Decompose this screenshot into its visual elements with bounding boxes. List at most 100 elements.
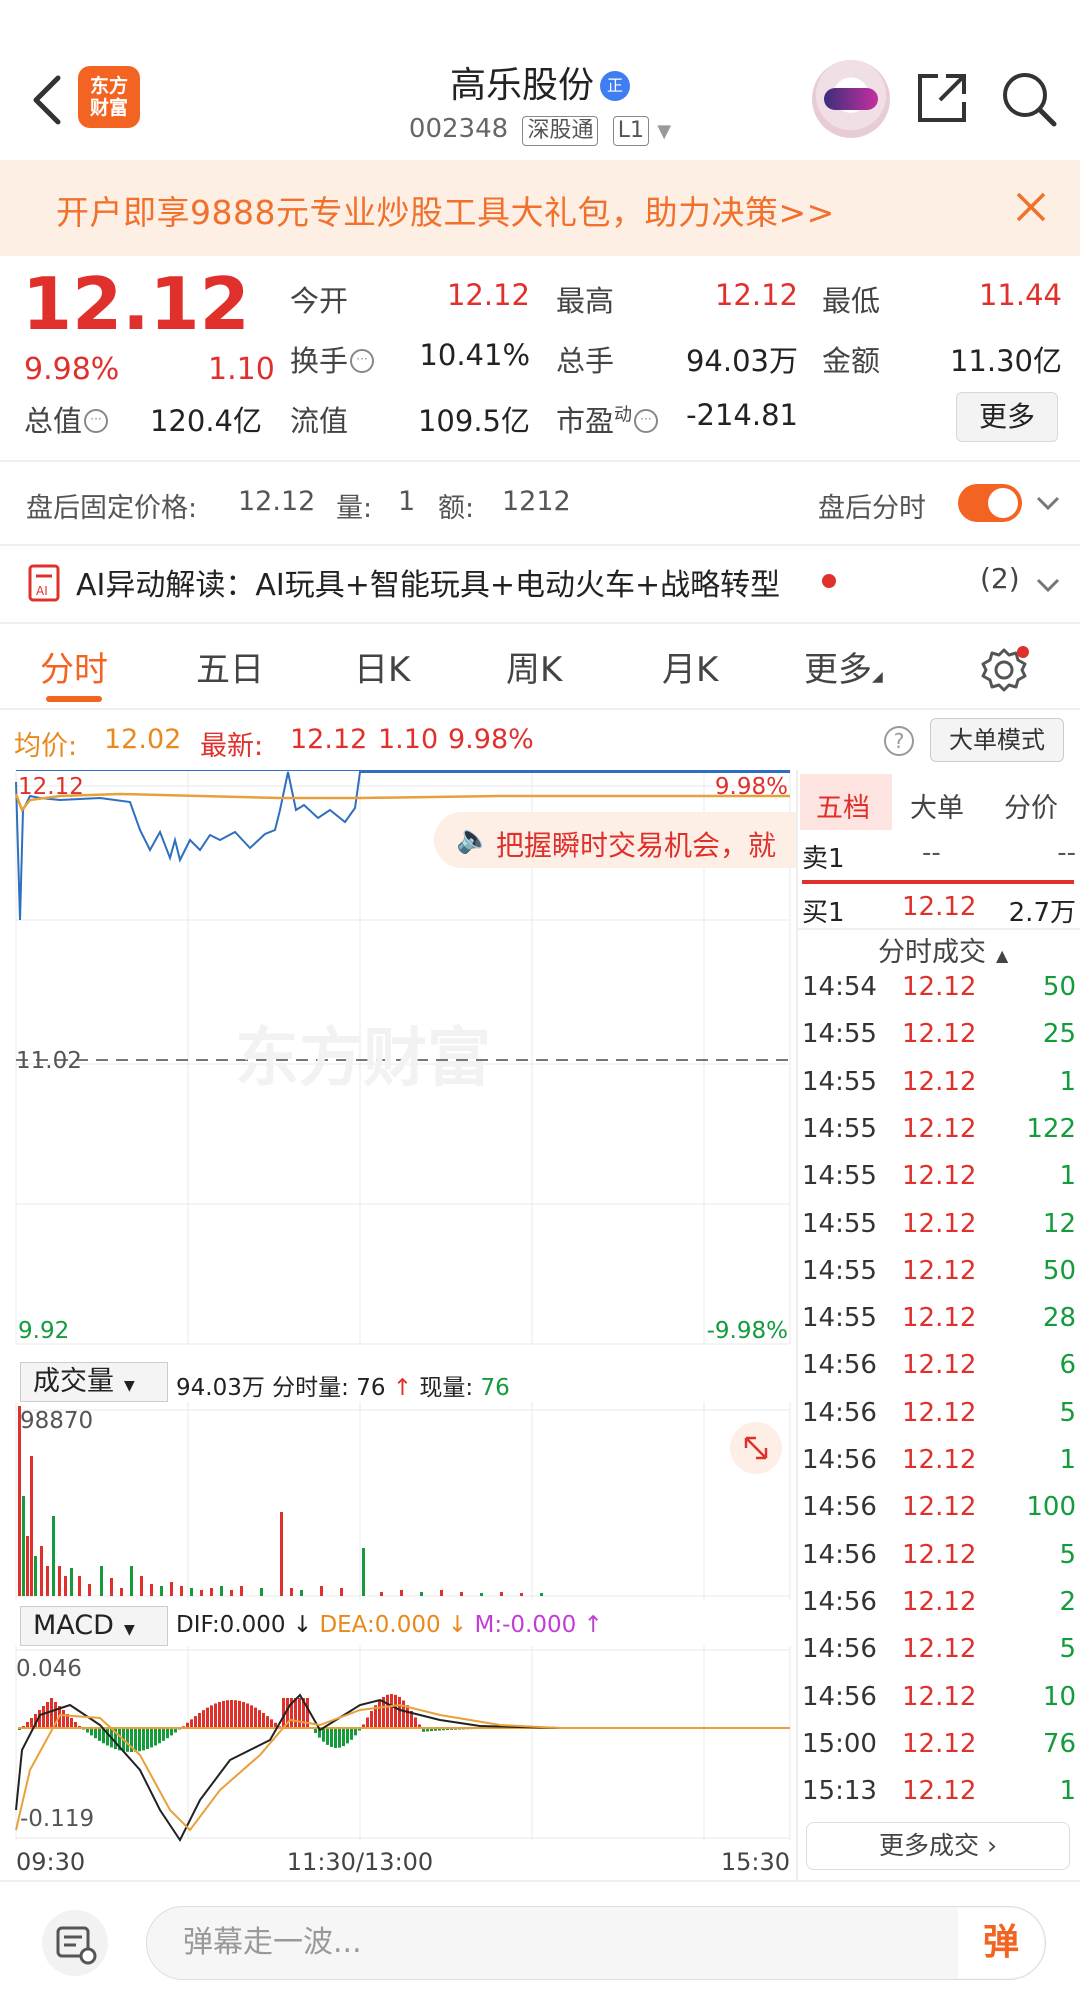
divider	[0, 460, 1080, 462]
volume-bar	[290, 1588, 293, 1596]
side-tab-big-orders[interactable]: 大单	[910, 786, 964, 825]
volume-bar	[300, 1590, 303, 1596]
stat-pe-value: -214.81	[686, 398, 798, 432]
tab-monthly-k[interactable]: 月K	[662, 642, 718, 691]
expand-icon[interactable]	[730, 1422, 782, 1474]
trade-row: 14:56 12.12 10	[802, 1681, 1076, 1712]
macd-bar	[250, 1705, 253, 1728]
macd-bar	[226, 1700, 229, 1728]
stat-total-cap-label[interactable]: 总值 ···	[24, 398, 109, 440]
help-icon[interactable]: ?	[884, 726, 914, 756]
share-icon[interactable]	[914, 70, 970, 126]
macd-bar	[158, 1728, 161, 1744]
tab-weekly-k[interactable]: 周K	[506, 642, 562, 691]
trade-list-title[interactable]: 分时成交 ▲	[878, 930, 1008, 969]
macd-bar	[138, 1728, 141, 1752]
ai-insight-row[interactable]: AI AI异动解读：AI玩具+智能玩具+电动火车+战略转型 (2)	[0, 546, 1080, 622]
macd-bar	[378, 1700, 381, 1728]
price-mid-label: 11.02	[16, 1048, 82, 1074]
macd-bar	[294, 1698, 297, 1728]
gear-icon[interactable]	[980, 644, 1030, 694]
side-tab-five-levels[interactable]: 五档	[816, 786, 870, 825]
macd-bar	[194, 1716, 197, 1728]
macd-bar	[346, 1728, 349, 1744]
intraday-chart[interactable]: 东方财富12.1211.029.929.98%-9.98%988700.046-…	[0, 769, 795, 1880]
after-hours-amt: 1212	[502, 486, 571, 517]
danmu-send-button[interactable]: 弹	[958, 1908, 1044, 1978]
tab-more[interactable]: 更多◢	[804, 642, 883, 691]
after-hours-amt-label: 额:	[438, 493, 475, 524]
pct-bottom-label: -9.98%	[707, 1318, 788, 1344]
volume-bar	[280, 1512, 283, 1596]
volume-bar	[260, 1588, 263, 1596]
search-icon[interactable]	[1000, 70, 1058, 128]
verified-badge: 正	[600, 71, 630, 101]
trade-row: 14:56 12.12 2	[802, 1586, 1076, 1617]
bottom-bar: 弹幕走一波... 弹	[0, 1880, 1080, 2005]
indicator-selector[interactable]: MACD ▼	[20, 1606, 168, 1646]
floating-tip[interactable]: 🔈 把握瞬时交易机会，就	[434, 812, 798, 868]
trade-row: 14:55 12.12 50	[802, 1255, 1076, 1286]
stat-amount-label: 金额	[822, 344, 881, 378]
volume-bar	[440, 1590, 443, 1596]
tab-daily-k[interactable]: 日K	[354, 642, 410, 691]
more-trades-button[interactable]: 更多成交 ›	[806, 1822, 1070, 1870]
volume-bar	[210, 1588, 213, 1596]
trade-row: 14:56 12.12 5	[802, 1539, 1076, 1570]
macd-bar	[406, 1705, 409, 1728]
stat-high-value: 12.12	[714, 278, 798, 312]
big-order-mode-button[interactable]: 大单模式	[930, 718, 1064, 762]
macd-bar	[94, 1728, 97, 1739]
chart-area[interactable]: 东方财富 12.12 11.02 9.92 9.98% -9.98% 98870 0.046-…	[0, 769, 798, 1880]
macd-bar	[354, 1728, 357, 1736]
current-price: 12.12	[22, 262, 250, 346]
volume-bar	[34, 1556, 37, 1596]
macd-bar	[146, 1728, 149, 1750]
macd-bar	[242, 1701, 245, 1728]
stat-turnover-value: 10.41%	[419, 338, 530, 372]
macd-bar	[206, 1707, 209, 1728]
trade-row: 14:55 12.12 1	[802, 1066, 1076, 1097]
ai-assistant-avatar[interactable]	[812, 60, 890, 138]
volume-bar	[180, 1586, 183, 1596]
macd-bar	[394, 1694, 397, 1728]
volume-bar	[220, 1586, 223, 1596]
tab-five-day[interactable]: 五日	[196, 642, 264, 691]
volume-bar	[78, 1576, 81, 1596]
macd-min-label: -0.119	[20, 1806, 94, 1832]
volume-bar	[70, 1568, 73, 1596]
info-icon[interactable]: ···	[84, 409, 109, 433]
macd-bar	[254, 1707, 257, 1728]
macd-bar	[126, 1728, 129, 1752]
volume-bar	[64, 1576, 67, 1596]
promo-banner[interactable]: 开户即享9888元专业炒股工具大礼包，助力决策>>	[0, 160, 1080, 256]
more-stats-button[interactable]: 更多	[956, 392, 1058, 442]
macd-bar	[62, 1710, 65, 1728]
volume-selector[interactable]: 成交量 ▼	[20, 1362, 168, 1402]
stock-code: 002348	[408, 114, 509, 144]
tab-intraday[interactable]: 分时	[40, 642, 108, 691]
stock-name-text: 高乐股份	[449, 65, 594, 106]
volume-bar	[520, 1593, 523, 1596]
close-icon[interactable]	[1012, 188, 1050, 226]
danmu-input[interactable]: 弹幕走一波...	[146, 1906, 1046, 1980]
after-hours-toggle[interactable]	[958, 484, 1022, 522]
macd-bar	[262, 1712, 265, 1728]
side-tab-price-dist[interactable]: 分价	[1004, 786, 1058, 825]
macd-bar	[46, 1702, 49, 1728]
macd-bar	[106, 1728, 109, 1746]
time-label-end: 15:30	[721, 1848, 790, 1876]
volume-bar	[140, 1576, 143, 1596]
chevron-down-icon[interactable]	[1034, 574, 1062, 596]
stat-pe-label[interactable]: 市盈动 ···	[556, 398, 659, 440]
danmu-list-icon[interactable]	[42, 1910, 108, 1976]
macd-bar	[398, 1696, 401, 1728]
volume-bar	[150, 1584, 153, 1596]
chevron-down-icon[interactable]	[1034, 492, 1062, 514]
info-icon[interactable]: ···	[350, 349, 375, 373]
avg-label: 均价:	[14, 731, 78, 762]
stat-low-value: 11.44	[978, 278, 1062, 312]
volume-max-label: 98870	[20, 1408, 93, 1434]
stat-turnover-label[interactable]: 换手 ···	[290, 338, 375, 380]
trade-row: 14:56 12.12 1	[802, 1445, 1076, 1475]
